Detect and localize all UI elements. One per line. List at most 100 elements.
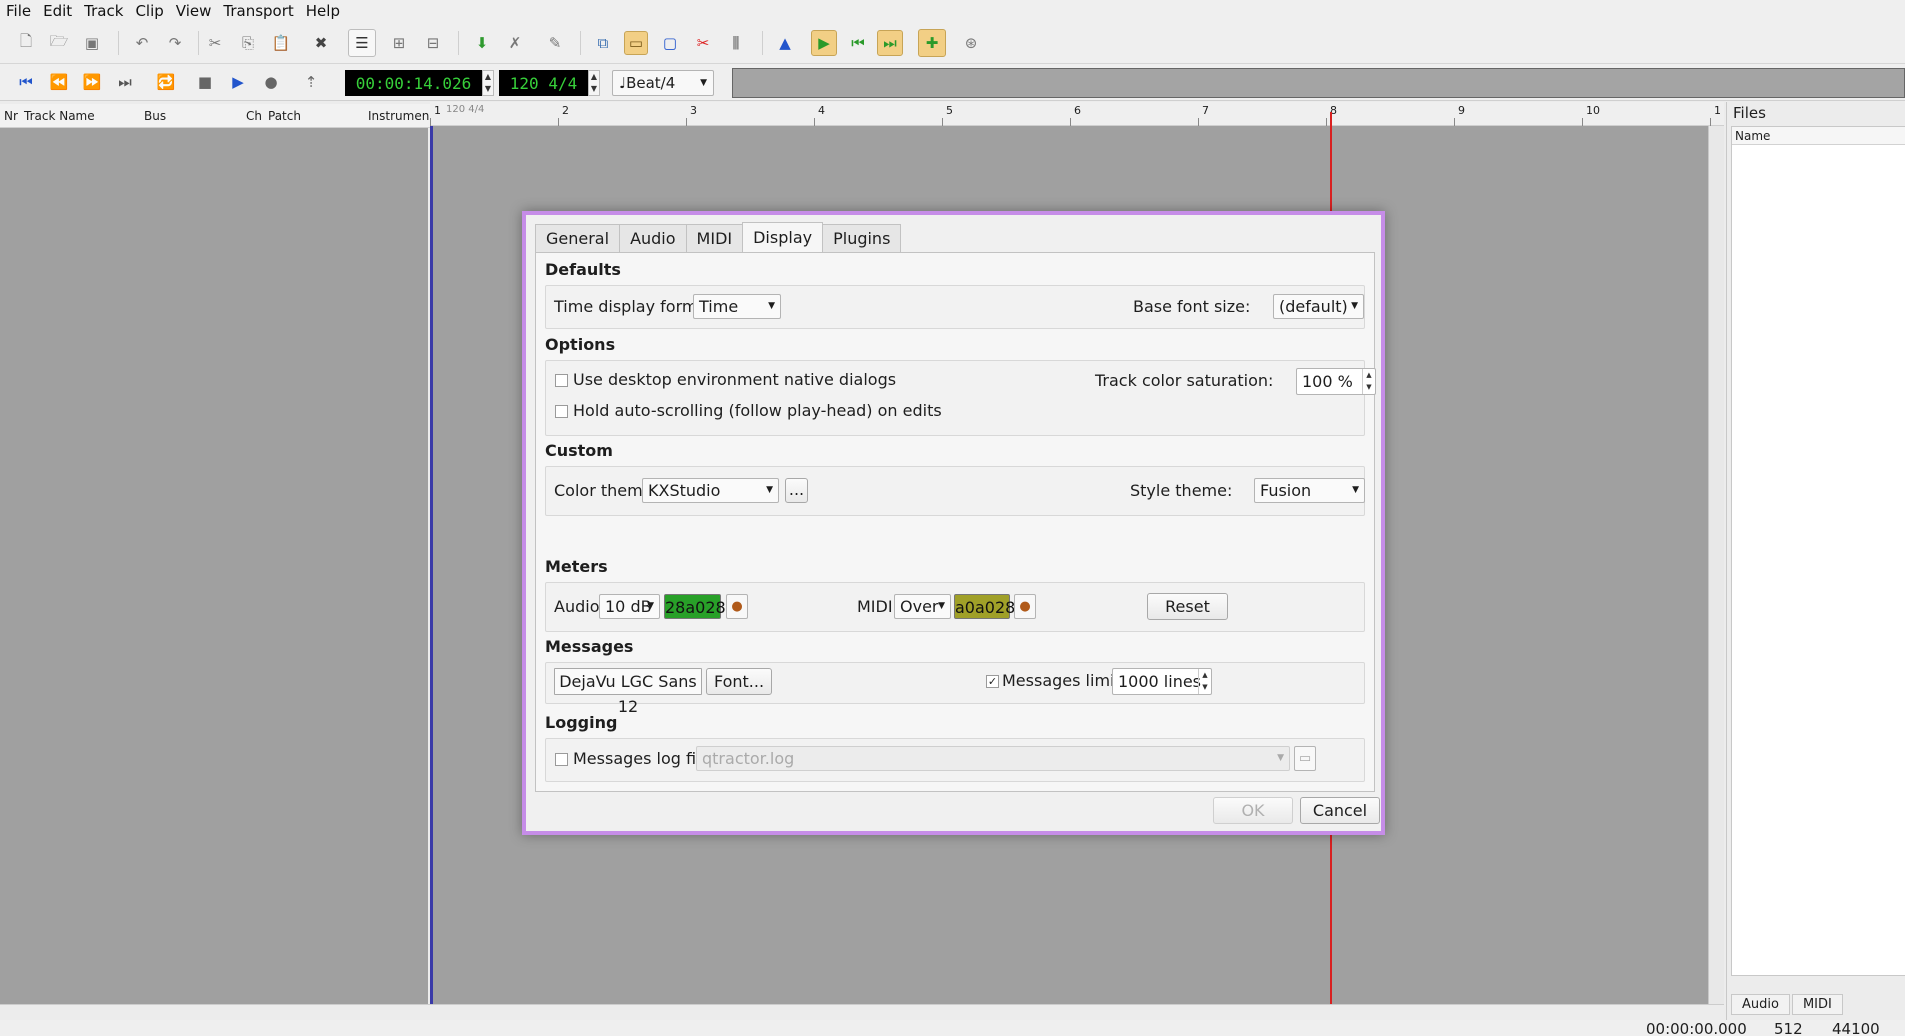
- saturation-spinbox[interactable]: 100 % ▲ ▼: [1296, 368, 1376, 395]
- connections-icon[interactable]: ⧉: [591, 31, 615, 55]
- copy-icon[interactable]: ⎘: [236, 31, 260, 55]
- cut-icon[interactable]: ✂: [203, 31, 227, 55]
- custom-group-title: Custom: [545, 441, 613, 460]
- audio-meter-level-combo[interactable]: 10 dB ▼: [599, 594, 660, 619]
- defaults-group-title: Defaults: [545, 260, 621, 279]
- paste-icon[interactable]: 📋: [269, 31, 293, 55]
- messages-limit-spinbox[interactable]: 1000 lines ▲ ▼: [1112, 668, 1212, 695]
- metronome-icon[interactable]: ▲: [773, 31, 797, 55]
- tempo-display[interactable]: 120 4/4: [499, 70, 588, 96]
- col-nr[interactable]: Nr: [4, 109, 18, 123]
- meters-reset-button[interactable]: Reset: [1147, 593, 1228, 620]
- col-ch[interactable]: Ch: [246, 109, 262, 123]
- files-view-icon[interactable]: ▭: [624, 31, 648, 55]
- pencil-icon[interactable]: ✎: [543, 31, 567, 55]
- loop-start-icon[interactable]: ⏮: [846, 31, 870, 55]
- midi-meter-level-combo[interactable]: Over ▼: [894, 594, 951, 619]
- tab-audio[interactable]: Audio: [619, 224, 687, 252]
- rewind-icon[interactable]: ⏪: [47, 70, 71, 94]
- tab-general[interactable]: General: [535, 224, 621, 252]
- files-tab-midi[interactable]: MIDI: [1791, 994, 1843, 1015]
- log-file-combo[interactable]: qtractor.log ▼: [696, 746, 1290, 771]
- midi-color-picker-icon[interactable]: ●: [1014, 594, 1036, 619]
- native-dialogs-checkbox[interactable]: [555, 374, 568, 387]
- delete-icon[interactable]: ✖: [309, 31, 333, 55]
- snap-combo[interactable]: ♩Beat/4 ▼: [612, 70, 714, 96]
- log-file-checkbox[interactable]: [555, 753, 568, 766]
- col-patch[interactable]: Patch: [268, 109, 301, 123]
- col-instrument[interactable]: Instrumen: [368, 109, 429, 123]
- files-column-name[interactable]: Name: [1732, 127, 1905, 145]
- session-thumbnail[interactable]: [732, 68, 1905, 98]
- record-icon[interactable]: ●: [259, 70, 283, 94]
- new-file-icon[interactable]: 🗋: [14, 31, 38, 55]
- connect-icon[interactable]: ✂: [691, 31, 715, 55]
- ok-button[interactable]: OK: [1213, 797, 1293, 824]
- remove-icon[interactable]: ✗: [503, 31, 527, 55]
- menu-edit[interactable]: Edit: [43, 2, 72, 20]
- menu-view[interactable]: View: [176, 2, 212, 20]
- loop-end-icon[interactable]: ⏭: [877, 30, 903, 56]
- ruler-bar-3: 3: [690, 104, 697, 117]
- edit-mode-icon[interactable]: ☰: [348, 29, 376, 57]
- rewind-start-icon[interactable]: ⏮: [14, 70, 38, 94]
- mixer-icon[interactable]: ⫼: [724, 31, 748, 55]
- color-theme-combo[interactable]: KXStudio ▼: [642, 478, 779, 503]
- open-file-icon[interactable]: 🗁: [47, 31, 71, 55]
- fast-forward-icon[interactable]: ⏩: [80, 70, 104, 94]
- stop-icon[interactable]: ■: [193, 70, 217, 94]
- cancel-button[interactable]: Cancel: [1300, 797, 1380, 824]
- audio-meter-color-swatch[interactable]: 28a028: [664, 594, 726, 619]
- tab-midi[interactable]: MIDI: [685, 224, 744, 252]
- audio-color-picker-icon[interactable]: ●: [726, 594, 748, 619]
- files-list[interactable]: Name: [1731, 126, 1905, 976]
- midi-meter-color-swatch[interactable]: a0a028: [954, 594, 1015, 619]
- import-audio-icon[interactable]: ⬇: [470, 31, 494, 55]
- messages-limit-checkbox[interactable]: ✓: [986, 675, 999, 688]
- browse-folder-icon[interactable]: ▭: [1294, 746, 1316, 771]
- panic-icon[interactable]: ⊛: [959, 31, 983, 55]
- canvas-vertical-scrollbar[interactable]: [1708, 126, 1724, 1004]
- audio-meter-level-value: 10 dB: [605, 597, 652, 616]
- track-list-scrollbar[interactable]: [0, 1004, 430, 1020]
- redo-icon[interactable]: ↷: [163, 31, 187, 55]
- time-display[interactable]: 00:00:14.026: [345, 70, 482, 96]
- canvas-horizontal-scrollbar[interactable]: [430, 1004, 1724, 1020]
- punch-in-icon[interactable]: ⇡: [299, 70, 323, 94]
- col-track-name[interactable]: Track Name: [24, 109, 95, 123]
- time-format-value: Time: [699, 297, 739, 316]
- color-theme-more-button[interactable]: ...: [785, 478, 808, 503]
- hold-autoscroll-checkbox[interactable]: [555, 405, 568, 418]
- track-list[interactable]: [0, 128, 428, 1004]
- files-tab-audio[interactable]: Audio: [1731, 994, 1790, 1015]
- menu-file[interactable]: File: [6, 2, 31, 20]
- style-theme-combo[interactable]: Fusion ▼: [1254, 478, 1365, 503]
- save-file-icon[interactable]: ▣: [80, 31, 104, 55]
- follow-playhead-icon[interactable]: ▶: [811, 30, 837, 56]
- log-file-label: Messages log file:: [573, 749, 716, 768]
- tempo-spinner[interactable]: ▲ ▼: [588, 70, 600, 96]
- messages-font-button[interactable]: Font...: [706, 668, 772, 695]
- menu-track[interactable]: Track: [84, 2, 123, 20]
- add-track-icon[interactable]: ⊞: [387, 31, 411, 55]
- ruler-bar-2: 2: [562, 104, 569, 117]
- play-icon[interactable]: ▶: [226, 70, 250, 94]
- spin-arrows-icon: ▲ ▼: [1362, 369, 1375, 394]
- menu-clip[interactable]: Clip: [135, 2, 163, 20]
- loop-icon[interactable]: 🔁: [154, 70, 178, 94]
- tab-display[interactable]: Display: [742, 222, 824, 252]
- col-bus[interactable]: Bus: [144, 109, 166, 123]
- font-size-combo[interactable]: (default) ▼: [1273, 294, 1364, 319]
- time-format-combo[interactable]: Time ▼: [693, 294, 781, 319]
- menu-transport[interactable]: Transport: [223, 2, 293, 20]
- punch-icon[interactable]: ✚: [918, 29, 946, 57]
- timeline-ruler[interactable]: 1 120 4/4 2 3 4 5 6 7 8 9 10 1: [430, 102, 1724, 126]
- track-properties-icon[interactable]: ⊟: [421, 31, 445, 55]
- font-size-label: Base font size:: [1133, 297, 1251, 316]
- forward-end-icon[interactable]: ⏭: [113, 70, 137, 94]
- time-spinner[interactable]: ▲ ▼: [482, 70, 494, 96]
- tab-plugins[interactable]: Plugins: [822, 224, 902, 252]
- menu-help[interactable]: Help: [306, 2, 340, 20]
- select-icon[interactable]: ▢: [658, 31, 682, 55]
- undo-icon[interactable]: ↶: [130, 31, 154, 55]
